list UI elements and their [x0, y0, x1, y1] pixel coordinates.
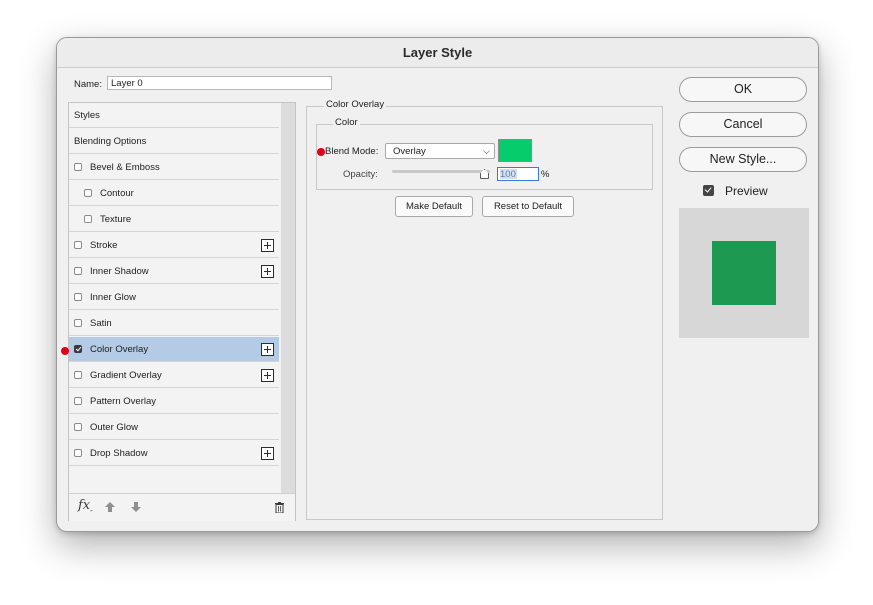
fx-menu-indicator: - [90, 506, 93, 515]
styles-list-footer: fx - [69, 493, 295, 521]
styles-list-item-label: Inner Shadow [90, 266, 149, 277]
styles-list: Styles Blending Options Bevel & Emboss Cont… [69, 103, 280, 493]
add-drop-shadow-icon[interactable] [261, 447, 274, 460]
move-up-icon-stem [108, 507, 112, 512]
styles-list-item-drop-shadow[interactable]: Drop Shadow [69, 441, 279, 466]
styles-list-item-styles[interactable]: Styles [69, 103, 279, 128]
section-title: Color Overlay [324, 99, 387, 110]
gradient-overlay-checkbox[interactable] [74, 371, 82, 379]
opacity-slider[interactable] [392, 170, 490, 173]
texture-checkbox[interactable] [84, 215, 92, 223]
overlay-color-swatch[interactable] [498, 139, 532, 162]
stroke-checkbox[interactable] [74, 241, 82, 249]
add-inner-shadow-icon[interactable] [261, 265, 274, 278]
color-overlay-checkbox[interactable] [74, 345, 82, 353]
inner-shadow-checkbox[interactable] [74, 267, 82, 275]
preview-result-swatch [712, 241, 776, 305]
opacity-unit: % [541, 169, 550, 180]
add-gradient-overlay-icon[interactable] [261, 369, 274, 382]
outer-glow-checkbox[interactable] [74, 423, 82, 431]
inner-glow-checkbox[interactable] [74, 293, 82, 301]
styles-list-item-inner-glow[interactable]: Inner Glow [69, 285, 279, 310]
styles-list-item-label: Outer Glow [90, 422, 139, 433]
fx-icon[interactable]: fx [78, 498, 90, 513]
add-stroke-icon[interactable] [261, 239, 274, 252]
opacity-label: Opacity: [343, 169, 378, 180]
active-style-marker [61, 347, 69, 355]
preview-label: Preview [725, 184, 768, 198]
color-group-title: Color [333, 117, 360, 128]
styles-list-item-satin[interactable]: Satin [69, 311, 279, 336]
layer-style-dialog: Layer Style Name: Styles Blending Options… [56, 37, 819, 532]
chevron-down-icon: ⌵ [483, 146, 490, 156]
styles-list-item-color-overlay[interactable]: Color Overlay [69, 337, 279, 362]
move-down-icon[interactable] [131, 507, 141, 512]
styles-list-item-blending-options[interactable]: Blending Options [69, 129, 279, 154]
styles-list-item-label: Color Overlay [90, 344, 149, 355]
styles-list-item-label: Pattern Overlay [90, 396, 156, 407]
satin-checkbox[interactable] [74, 319, 82, 327]
styles-list-item-stroke[interactable]: Stroke [69, 233, 279, 258]
styles-list-item-pattern-overlay[interactable]: Pattern Overlay [69, 389, 279, 414]
styles-list-item-label: Drop Shadow [90, 448, 148, 459]
reset-to-default-button[interactable]: Reset to Default [482, 196, 574, 217]
contour-checkbox[interactable] [84, 189, 92, 197]
styles-list-item-bevel-emboss[interactable]: Bevel & Emboss [69, 155, 279, 180]
styles-list-item-texture[interactable]: Texture [69, 207, 279, 232]
blend-mode-marker [317, 148, 325, 156]
ok-button[interactable]: OK [679, 77, 807, 102]
styles-list-item-contour[interactable]: Contour [69, 181, 279, 206]
styles-list-item-label: Contour [100, 188, 134, 199]
styles-list-item-label: Styles [74, 110, 100, 121]
pattern-overlay-checkbox[interactable] [74, 397, 82, 405]
drop-shadow-checkbox[interactable] [74, 449, 82, 457]
styles-list-item-label: Bevel & Emboss [90, 162, 160, 173]
blend-mode-value: Overlay [393, 146, 426, 157]
blend-mode-label: Blend Mode: [325, 146, 379, 157]
styles-list-item-label: Blending Options [74, 136, 147, 147]
styles-list-item-label: Texture [100, 214, 132, 225]
bevel-emboss-checkbox[interactable] [74, 163, 82, 171]
dialog-title: Layer Style [402, 45, 473, 60]
styles-list-item-label: Satin [90, 318, 112, 329]
opacity-text-selection [500, 169, 517, 179]
styles-list-item-label: Gradient Overlay [90, 370, 162, 381]
styles-list-item-label: Stroke [90, 240, 118, 251]
styles-list-scrollbar[interactable] [281, 103, 295, 493]
styles-list-panel: Styles Blending Options Bevel & Emboss Cont… [68, 102, 296, 521]
title-bar: Layer Style [57, 38, 818, 68]
make-default-button[interactable]: Make Default [395, 196, 473, 217]
styles-list-item-outer-glow[interactable]: Outer Glow [69, 415, 279, 440]
styles-list-item-inner-shadow[interactable]: Inner Shadow [69, 259, 279, 284]
new-style-button[interactable]: New Style... [679, 147, 807, 172]
name-label: Name: [74, 79, 102, 90]
preview-checkbox[interactable] [703, 185, 714, 196]
styles-list-item-gradient-overlay[interactable]: Gradient Overlay [69, 363, 279, 388]
name-input[interactable] [107, 76, 332, 90]
cancel-button[interactable]: Cancel [679, 112, 807, 137]
styles-list-item-label: Inner Glow [90, 292, 136, 303]
trash-icon[interactable] [275, 502, 284, 513]
blend-mode-select[interactable]: Overlay ⌵ [385, 143, 495, 159]
add-color-overlay-icon[interactable] [261, 343, 274, 356]
